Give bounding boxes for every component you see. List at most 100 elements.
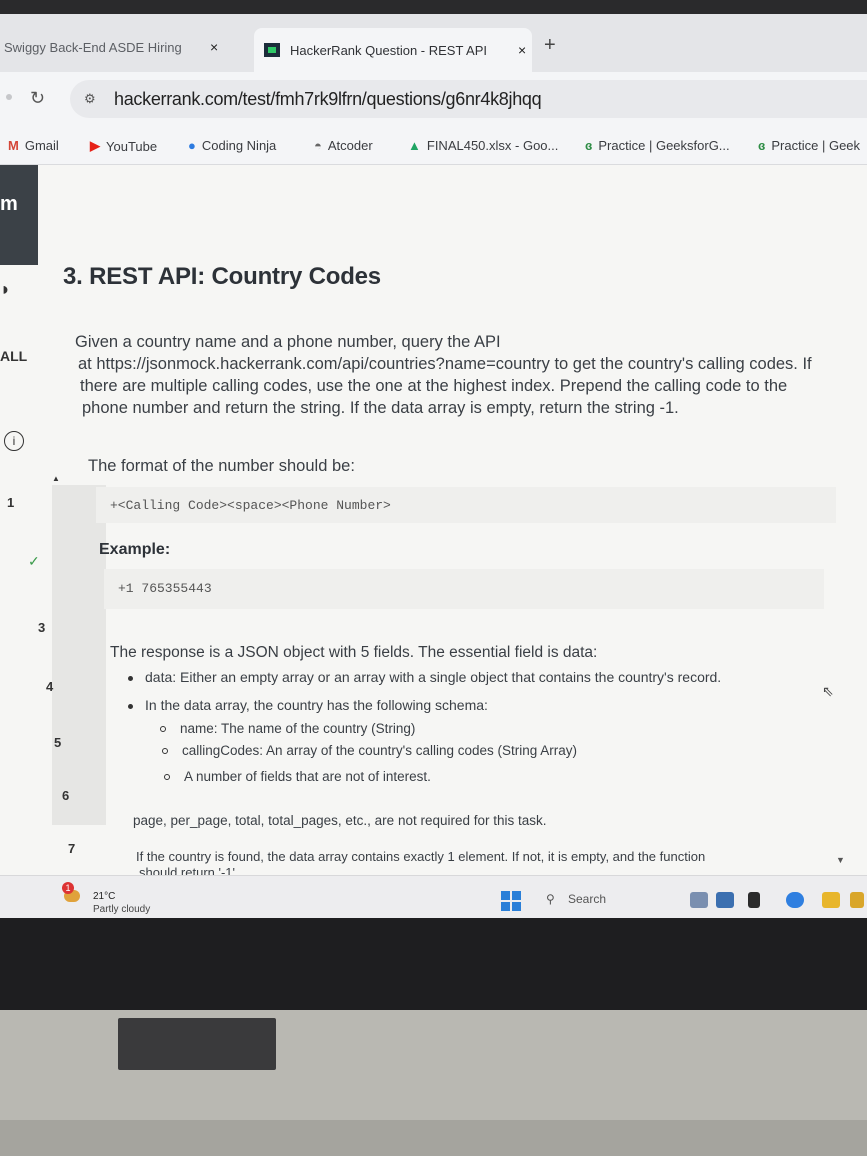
- bullet-item: data: Either an empty array or an array …: [128, 669, 721, 685]
- weather-desc: Partly cloudy: [93, 904, 151, 915]
- question-number[interactable]: 3: [38, 620, 45, 635]
- windows-start-icon[interactable]: [501, 891, 521, 911]
- example-label: Example:: [99, 541, 171, 558]
- scroll-down-icon[interactable]: ▼: [836, 855, 845, 865]
- status-circle-icon[interactable]: ◗: [0, 279, 11, 300]
- question-number[interactable]: 1: [7, 495, 14, 510]
- geeksforgeeks-icon: ɞ: [585, 138, 593, 153]
- bookmark-label: YouTube: [106, 138, 158, 154]
- file-explorer-icon[interactable]: [822, 892, 840, 908]
- laptop-hinge: [118, 1018, 276, 1070]
- bookmark-atcoder[interactable]: ◓ Atcoder: [314, 138, 373, 153]
- intro-line: Given a country name and a phone number,…: [75, 333, 501, 351]
- reload-icon[interactable]: ↻: [30, 88, 45, 109]
- bookmark-youtube[interactable]: ▶ YouTube: [90, 138, 157, 154]
- tab-strip: Swiggy Back-End ASDE Hiring × HackerRank…: [0, 14, 867, 72]
- example-code-block: +1 765355443: [104, 569, 824, 609]
- hackerrank-icon: [264, 43, 280, 57]
- response-intro: The response is a JSON object with 5 fie…: [110, 644, 598, 661]
- mouse-cursor-icon: ⇖: [822, 683, 834, 699]
- bookmark-label: FINAL450.xlsx - Goo...: [426, 138, 559, 153]
- taskbar-app-icon[interactable]: [850, 892, 864, 908]
- close-icon[interactable]: ×: [518, 42, 526, 58]
- address-bar[interactable]: ⚙ hackerrank.com/test/fmh7rk9lfrn/questi…: [70, 80, 867, 118]
- bullet-item: In the data array, the country has the f…: [128, 697, 488, 713]
- scroll-up-icon[interactable]: ▲: [52, 474, 60, 483]
- tab-hackerrank[interactable]: HackerRank Question - REST API ×: [254, 28, 532, 72]
- all-questions-link[interactable]: ALL: [0, 348, 27, 364]
- bookmark-label: Coding Ninja: [201, 138, 277, 153]
- format-label: The format of the number should be:: [88, 457, 355, 475]
- bookmark-label: Practice | GeeksforG...: [598, 138, 730, 153]
- question-number[interactable]: 7: [68, 841, 75, 856]
- found-note: If the country is found, the data array …: [136, 849, 706, 864]
- extra-note: page, per_page, total, total_pages, etc.…: [133, 813, 547, 828]
- geeksforgeeks-icon: ɞ: [758, 138, 766, 153]
- windows-taskbar: 1 21°C Partly cloudy ⚲ Search: [0, 875, 867, 918]
- address-toolbar: ↻ ⚙ hackerrank.com/test/fmh7rk9lfrn/ques…: [0, 72, 867, 128]
- sub-bullet-text: name: The name of the country (String): [180, 721, 416, 736]
- sub-bullet-item: callingCodes: An array of the country's …: [162, 743, 577, 758]
- question-title: 3. REST API: Country Codes: [63, 263, 381, 290]
- weather-temp: 21°C: [93, 891, 116, 902]
- example-code: +1 765355443: [118, 581, 212, 596]
- tab-swiggy[interactable]: Swiggy Back-End ASDE Hiring ×: [4, 32, 244, 62]
- question-nav-gutter: [52, 485, 106, 825]
- format-code: +<Calling Code><space><Phone Number>: [110, 498, 391, 513]
- bookmarks-bar: M Gmail ▶ YouTube ● Coding Ninja ◓ Atcoder ▲…: [0, 128, 867, 165]
- question-number[interactable]: 4: [46, 679, 53, 694]
- sub-bullet-item: name: The name of the country (String): [160, 721, 415, 736]
- check-icon: ✓: [28, 553, 40, 569]
- sub-bullet-text: A number of fields that are not of inter…: [184, 769, 431, 784]
- bullet-text: In the data array, the country has the f…: [145, 697, 488, 713]
- youtube-icon: ▶: [90, 138, 100, 153]
- question-page: m ◗ ALL i ▲ 1 ✓ 3 4 5 6 7 3. REST API: C…: [0, 165, 867, 875]
- bookmark-gfg-2[interactable]: ɞ Practice | Geek: [758, 138, 860, 153]
- question-number[interactable]: 6: [62, 788, 69, 803]
- new-tab-button[interactable]: +: [544, 34, 556, 57]
- bookmark-coding-ninja[interactable]: ● Coding Ninja: [188, 138, 276, 153]
- drive-icon: ▲: [408, 138, 421, 153]
- sub-bullet-text: callingCodes: An array of the country's …: [182, 743, 578, 758]
- taskbar-search[interactable]: ⚲ Search: [536, 888, 686, 910]
- bookmark-gmail[interactable]: M Gmail: [8, 138, 59, 153]
- atcoder-icon: ◓: [314, 138, 322, 153]
- taskbar-app-icon[interactable]: [748, 892, 760, 908]
- tab-title: Swiggy Back-End ASDE Hiring: [4, 39, 182, 55]
- bookmark-label: Atcoder: [327, 138, 373, 153]
- bullet-circle: [160, 726, 166, 733]
- found-note: should return '-1'.: [139, 865, 239, 875]
- search-icon: ⚲: [546, 892, 555, 906]
- back-button[interactable]: [6, 94, 12, 100]
- taskbar-app-icon[interactable]: [716, 892, 734, 908]
- notification-badge: 1: [62, 882, 74, 894]
- tab-title: HackerRank Question - REST API: [290, 42, 488, 58]
- bullet-circle: [164, 774, 170, 781]
- intro-line: at https://jsonmock.hackerrank.com/api/c…: [78, 355, 812, 373]
- sub-bullet-item: A number of fields that are not of inter…: [164, 769, 431, 784]
- laptop-keyboard-edge: [0, 1120, 867, 1156]
- bookmark-label: Gmail: [24, 138, 59, 153]
- coding-ninja-icon: ●: [188, 138, 196, 153]
- bookmark-final450[interactable]: ▲ FINAL450.xlsx - Goo...: [408, 138, 558, 153]
- hackerrank-logo[interactable]: m: [0, 193, 18, 216]
- left-nav: m: [0, 165, 38, 265]
- photo-frame-top: [0, 0, 867, 14]
- taskbar-app-icon[interactable]: [690, 892, 708, 908]
- laptop-screen: Swiggy Back-End ASDE Hiring × HackerRank…: [0, 14, 867, 918]
- bullet-circle: [162, 748, 168, 755]
- bookmark-gfg-1[interactable]: ɞ Practice | GeeksforG...: [585, 138, 730, 153]
- bullet-dot: [128, 675, 133, 681]
- edge-icon[interactable]: [786, 892, 804, 908]
- question-number[interactable]: 5: [54, 735, 61, 750]
- format-code-block: +<Calling Code><space><Phone Number>: [96, 487, 836, 523]
- site-info-icon[interactable]: ⚙: [84, 91, 96, 107]
- intro-line: there are multiple calling codes, use th…: [80, 377, 788, 395]
- bullet-dot: [128, 703, 133, 709]
- search-label: Search: [568, 892, 607, 906]
- bullet-text: data: Either an empty array or an array …: [145, 669, 722, 685]
- info-icon[interactable]: i: [4, 431, 24, 451]
- url-text[interactable]: hackerrank.com/test/fmh7rk9lfrn/question…: [114, 89, 542, 110]
- close-icon[interactable]: ×: [210, 39, 218, 55]
- bookmark-label: Practice | Geek: [771, 138, 861, 153]
